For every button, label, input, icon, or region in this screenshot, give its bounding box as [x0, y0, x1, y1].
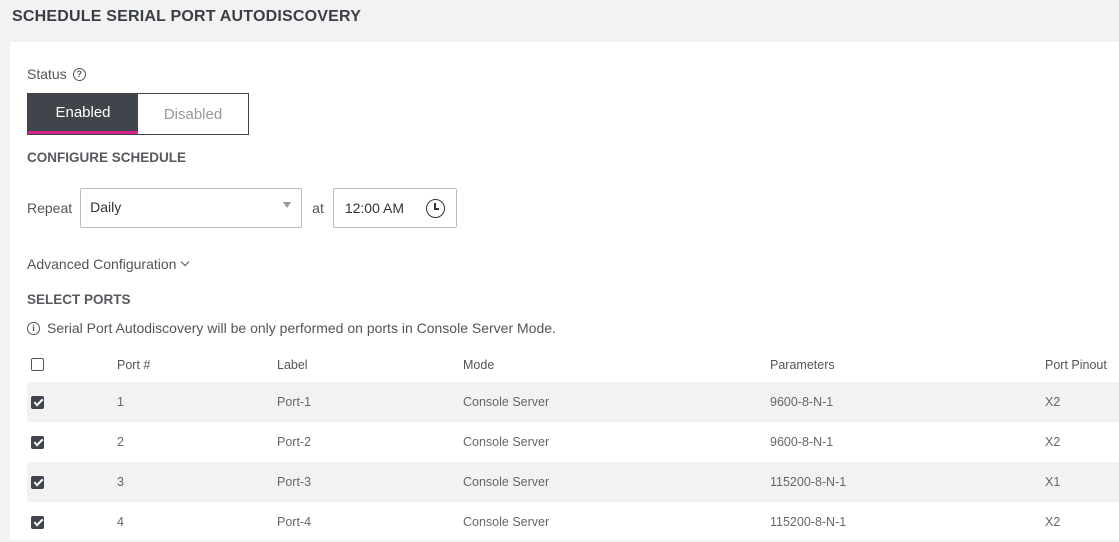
cell-mode: Console Server — [463, 435, 550, 449]
column-header-mode[interactable]: Mode — [463, 358, 770, 372]
select-all-checkbox[interactable] — [31, 358, 44, 371]
configure-schedule-title: CONFIGURE SCHEDULE — [27, 150, 187, 165]
table-row[interactable]: 4 Port-4 Console Server 115200-8-N-1 X2 — [27, 502, 1119, 542]
row-checkbox[interactable] — [31, 395, 44, 409]
info-note: i Serial Port Autodiscovery will be only… — [27, 320, 556, 336]
cell-mode: Console Server — [463, 515, 550, 529]
repeat-select[interactable]: Daily — [80, 188, 303, 228]
cell-pinout: X1 — [1045, 475, 1061, 489]
cell-port: 2 — [117, 435, 124, 449]
schedule-card: Status ? Enabled Disabled CONFIGURE SCHE… — [10, 42, 1119, 540]
cell-label: Port-2 — [277, 435, 312, 449]
repeat-row: Repeat Daily at 12:00 AM — [27, 188, 457, 228]
cell-label: Port-1 — [277, 395, 312, 409]
repeat-select-value: Daily — [90, 199, 122, 215]
cell-pinout: X2 — [1045, 395, 1061, 409]
column-header-parameters[interactable]: Parameters — [770, 358, 1045, 372]
column-header-pinout[interactable]: Port Pinout — [1045, 358, 1119, 372]
help-icon[interactable]: ? — [72, 67, 86, 81]
clock-icon[interactable] — [425, 199, 445, 218]
status-toggle: Enabled Disabled — [27, 93, 249, 135]
status-label-row: Status ? — [27, 66, 86, 82]
enabled-button[interactable]: Enabled — [28, 94, 138, 134]
cell-port: 4 — [117, 515, 124, 529]
cell-pinout: X2 — [1045, 515, 1061, 529]
row-checkbox[interactable] — [31, 475, 44, 489]
table-row[interactable]: 2 Port-2 Console Server 9600-8-N-1 X2 — [27, 422, 1119, 462]
advanced-configuration-label: Advanced Configuration — [27, 256, 177, 272]
table-row[interactable]: 1 Port-1 Console Server 9600-8-N-1 X2 — [27, 382, 1119, 422]
cell-parameters: 115200-8-N-1 — [770, 475, 847, 489]
cell-parameters: 9600-8-N-1 — [770, 435, 834, 449]
select-ports-title: SELECT PORTS — [27, 292, 131, 307]
row-checkbox[interactable] — [31, 435, 44, 449]
cell-parameters: 9600-8-N-1 — [770, 395, 834, 409]
cell-label: Port-4 — [277, 515, 312, 529]
page-title: SCHEDULE SERIAL PORT AUTODISCOVERY — [12, 8, 362, 25]
column-header-port[interactable]: Port # — [117, 358, 277, 372]
dropdown-arrow-icon — [283, 202, 292, 208]
table-row[interactable]: 3 Port-3 Console Server 115200-8-N-1 X1 — [27, 462, 1119, 502]
cell-pinout: X2 — [1045, 435, 1061, 449]
info-text: Serial Port Autodiscovery will be only p… — [47, 320, 556, 336]
ports-table: Port # Label Mode Parameters Port Pinout… — [27, 347, 1119, 542]
advanced-configuration-toggle[interactable]: Advanced Configuration — [27, 256, 190, 272]
cell-port: 3 — [117, 475, 124, 489]
info-icon: i — [27, 321, 40, 335]
time-input[interactable]: 12:00 AM — [332, 188, 457, 228]
cell-label: Port-3 — [277, 475, 312, 489]
repeat-label: Repeat — [27, 200, 73, 216]
cell-mode: Console Server — [463, 475, 550, 489]
time-value: 12:00 AM — [344, 200, 404, 216]
disabled-button[interactable]: Disabled — [138, 94, 248, 134]
cell-mode: Console Server — [463, 395, 550, 409]
chevron-down-icon — [181, 257, 190, 267]
row-checkbox[interactable] — [31, 515, 44, 529]
cell-parameters: 115200-8-N-1 — [770, 515, 847, 529]
table-header: Port # Label Mode Parameters Port Pinout — [27, 347, 1119, 382]
at-label: at — [312, 200, 324, 216]
column-header-label[interactable]: Label — [277, 358, 463, 372]
status-label: Status — [27, 66, 67, 82]
cell-port: 1 — [117, 395, 124, 409]
